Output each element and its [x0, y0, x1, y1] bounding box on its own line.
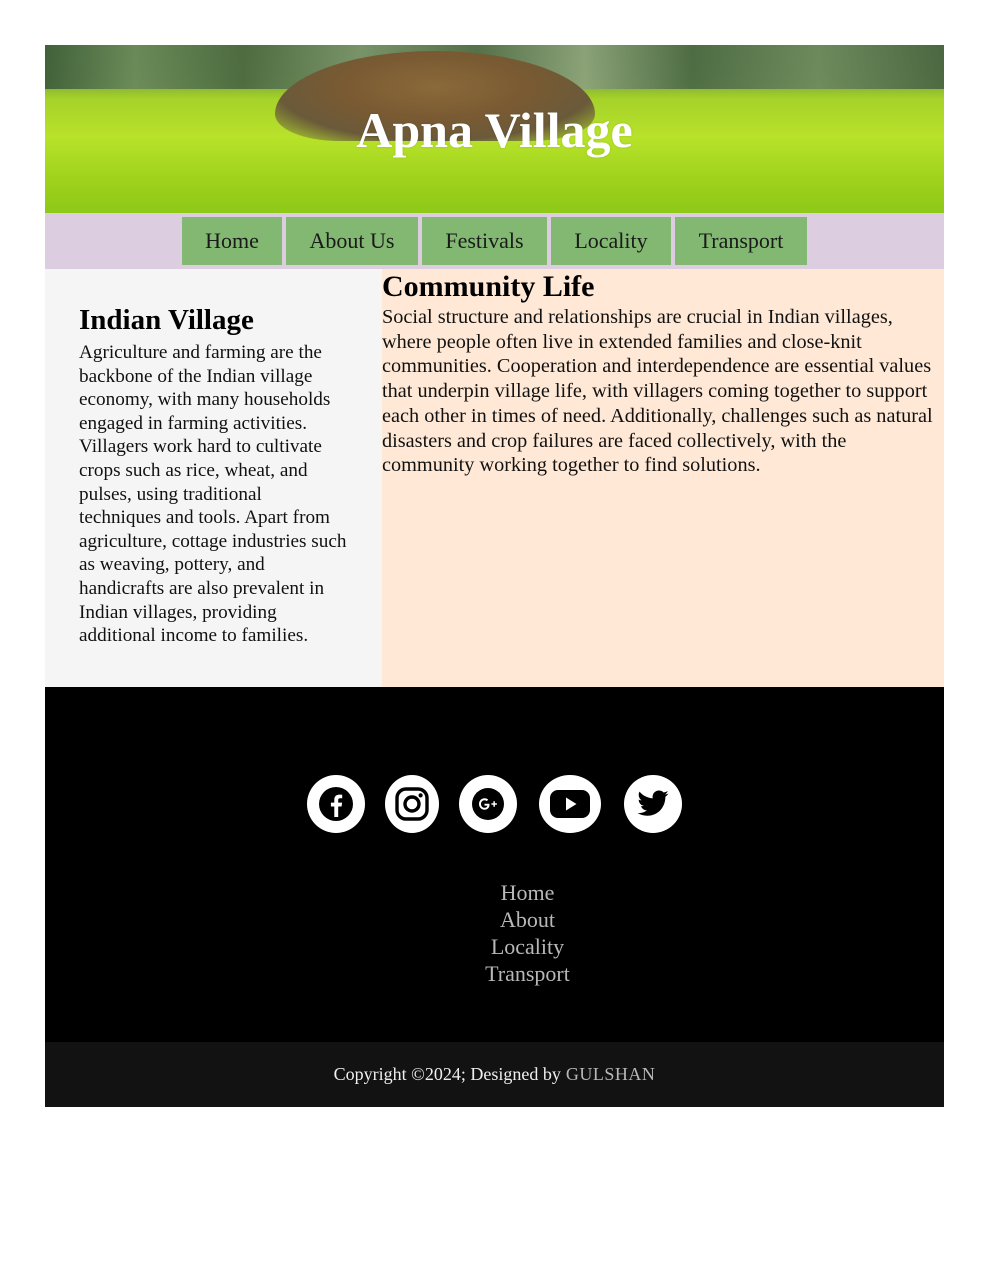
community-life-text: Social structure and relationships are c… — [382, 306, 933, 477]
instagram-icon[interactable] — [385, 775, 439, 833]
nav-item-home[interactable]: Home — [182, 217, 282, 265]
footer-link-about[interactable]: About — [111, 906, 944, 933]
page: Apna Village Home About Us Festivals Loc… — [45, 45, 944, 1107]
footer-links: Home About Locality Transport — [45, 879, 944, 987]
designer-link[interactable]: GULSHAN — [566, 1064, 656, 1085]
twitter-icon[interactable] — [624, 775, 682, 833]
google-plus-icon[interactable] — [459, 775, 517, 833]
indian-village-section: Indian Village Agriculture and farming a… — [45, 269, 382, 687]
nav-item-festivals[interactable]: Festivals — [422, 217, 547, 265]
footer: Home About Locality Transport — [45, 687, 944, 1042]
hero-banner: Apna Village — [45, 45, 944, 213]
youtube-icon[interactable] — [539, 775, 601, 833]
footer-link-transport[interactable]: Transport — [111, 960, 944, 987]
main-content: Indian Village Agriculture and farming a… — [45, 269, 944, 687]
social-links — [45, 775, 944, 833]
footer-link-home[interactable]: Home — [111, 879, 944, 906]
nav-item-about-us[interactable]: About Us — [286, 217, 418, 265]
nav-item-locality[interactable]: Locality — [551, 217, 671, 265]
copyright-text: Copyright ©2024; Designed by — [333, 1064, 561, 1084]
site-title: Apna Village — [356, 102, 633, 158]
nav-item-transport[interactable]: Transport — [675, 217, 807, 265]
indian-village-text: Agriculture and farming are the backbone… — [79, 342, 347, 647]
community-life-heading: Community Life — [382, 270, 595, 303]
main-nav: Home About Us Festivals Locality Transpo… — [45, 213, 944, 269]
facebook-icon[interactable] — [307, 775, 365, 833]
community-life-section: Community Life Social structure and rela… — [382, 269, 944, 687]
copyright-bar: Copyright ©2024; Designed by GULSHAN — [45, 1042, 944, 1107]
indian-village-heading: Indian Village — [79, 304, 254, 336]
footer-link-locality[interactable]: Locality — [111, 933, 944, 960]
